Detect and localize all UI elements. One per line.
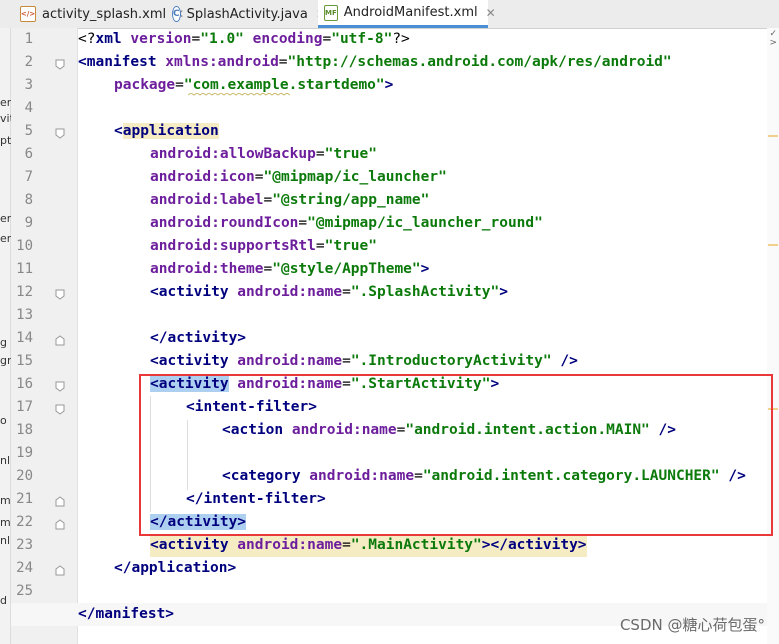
line-number: 16 [16,376,33,392]
tab-splash-activity-java[interactable]: C SplashActivity.java ✕ [166,0,326,28]
fold-end-icon[interactable] [55,335,65,346]
truncated-text: nl [0,534,11,547]
code-line-5: <application [114,123,219,139]
java-class-icon: C [172,6,181,22]
code-line-10: android:supportsRtl="true" [150,238,377,254]
code-line-9: android:roundIcon="@mipmap/ic_launcher_r… [150,215,543,231]
close-icon[interactable]: ✕ [486,6,496,20]
fold-icon[interactable] [55,128,65,139]
code-line-6: android:allowBackup="true" [150,146,377,162]
tab-label: activity_splash.xml [42,6,167,22]
spellcheck-underline [188,93,291,96]
code-line-1: <?xml version="1.0" encoding="utf-8"?> [78,31,410,47]
truncated-text: nl [0,454,11,467]
line-number: 5 [24,123,33,139]
truncated-text: er [0,232,12,245]
code-line-7: android:icon="@mipmap/ic_launcher" [150,169,447,185]
fold-end-icon[interactable] [55,565,65,576]
truncated-text: er [0,96,12,109]
xml-file-icon: </> [20,6,36,22]
code-line-14: </activity> [150,330,247,346]
tab-android-manifest[interactable]: MF AndroidManifest.xml ✕ [318,0,496,28]
scrollbar-top-icon[interactable]: ✓ > [769,30,777,48]
line-number: 4 [24,100,33,116]
editor-scrollbar[interactable] [767,28,779,644]
watermark: CSDN @糖心荷包蛋° [619,616,765,634]
line-number: 24 [16,560,33,576]
truncated-text: m [0,516,11,529]
line-number: 18 [16,422,33,438]
line-number: 6 [24,146,33,162]
line-number: 25 [16,583,33,599]
line-number: 8 [24,192,33,208]
truncated-text: d [0,594,7,607]
line-number: 21 [16,491,33,507]
code-line-8: android:label="@string/app_name" [150,192,430,208]
fold-icon[interactable] [55,404,65,415]
fold-end-icon[interactable] [55,519,65,530]
scroll-marker [768,244,778,246]
code-line-23: <activity android:name=".MainActivity"><… [150,534,587,557]
line-number: 17 [16,399,33,415]
line-number: 23 [16,537,33,553]
code-line-2: <manifest xmlns:android="http://schemas.… [78,54,672,70]
line-number: 3 [24,77,33,93]
tab-label: SplashActivity.java [186,6,308,22]
line-number: 14 [16,330,33,346]
code-line-12: <activity android:name=".SplashActivity"… [150,284,508,300]
fold-end-icon[interactable] [55,496,65,507]
line-number: 7 [24,169,33,185]
scroll-marker [768,135,778,137]
fold-icon[interactable] [55,381,65,392]
line-number: 10 [16,238,33,254]
line-number: 13 [16,307,33,323]
truncated-text: o [0,414,7,427]
line-number: 11 [16,261,33,277]
line-number: 12 [16,284,33,300]
fold-icon[interactable] [55,59,65,70]
line-number: 19 [16,445,33,461]
code-line-26: </manifest> [78,606,175,622]
code-editor[interactable]: <?xml version="1.0" encoding="utf-8"?> <… [78,28,768,644]
tab-activity-splash[interactable]: </> activity_splash.xml ✕ [14,0,184,28]
truncated-text: g [0,336,7,349]
tab-label: AndroidManifest.xml [343,5,478,20]
code-line-11: android:theme="@style/AppTheme"> [150,261,430,277]
truncated-text: gr [0,354,12,367]
line-number: 9 [24,215,33,231]
line-number: 2 [24,54,33,70]
project-panel-edge: er vit pt er er g gr o nl ml m nl d [0,28,14,644]
code-line-24: </application> [114,560,237,576]
code-line-15: <activity android:name=".IntroductoryAct… [150,353,578,369]
truncated-text: er [0,212,12,225]
truncated-text: pt [0,134,12,147]
line-number: 22 [16,514,33,530]
fold-icon[interactable] [55,289,65,300]
line-number: 15 [16,353,33,369]
highlight-annotation-box [139,374,773,536]
manifest-file-icon: MF [324,4,338,21]
line-number: 1 [24,31,33,47]
line-number: 20 [16,468,33,484]
editor-tab-bar: </> activity_splash.xml ✕ C SplashActivi… [0,0,779,29]
